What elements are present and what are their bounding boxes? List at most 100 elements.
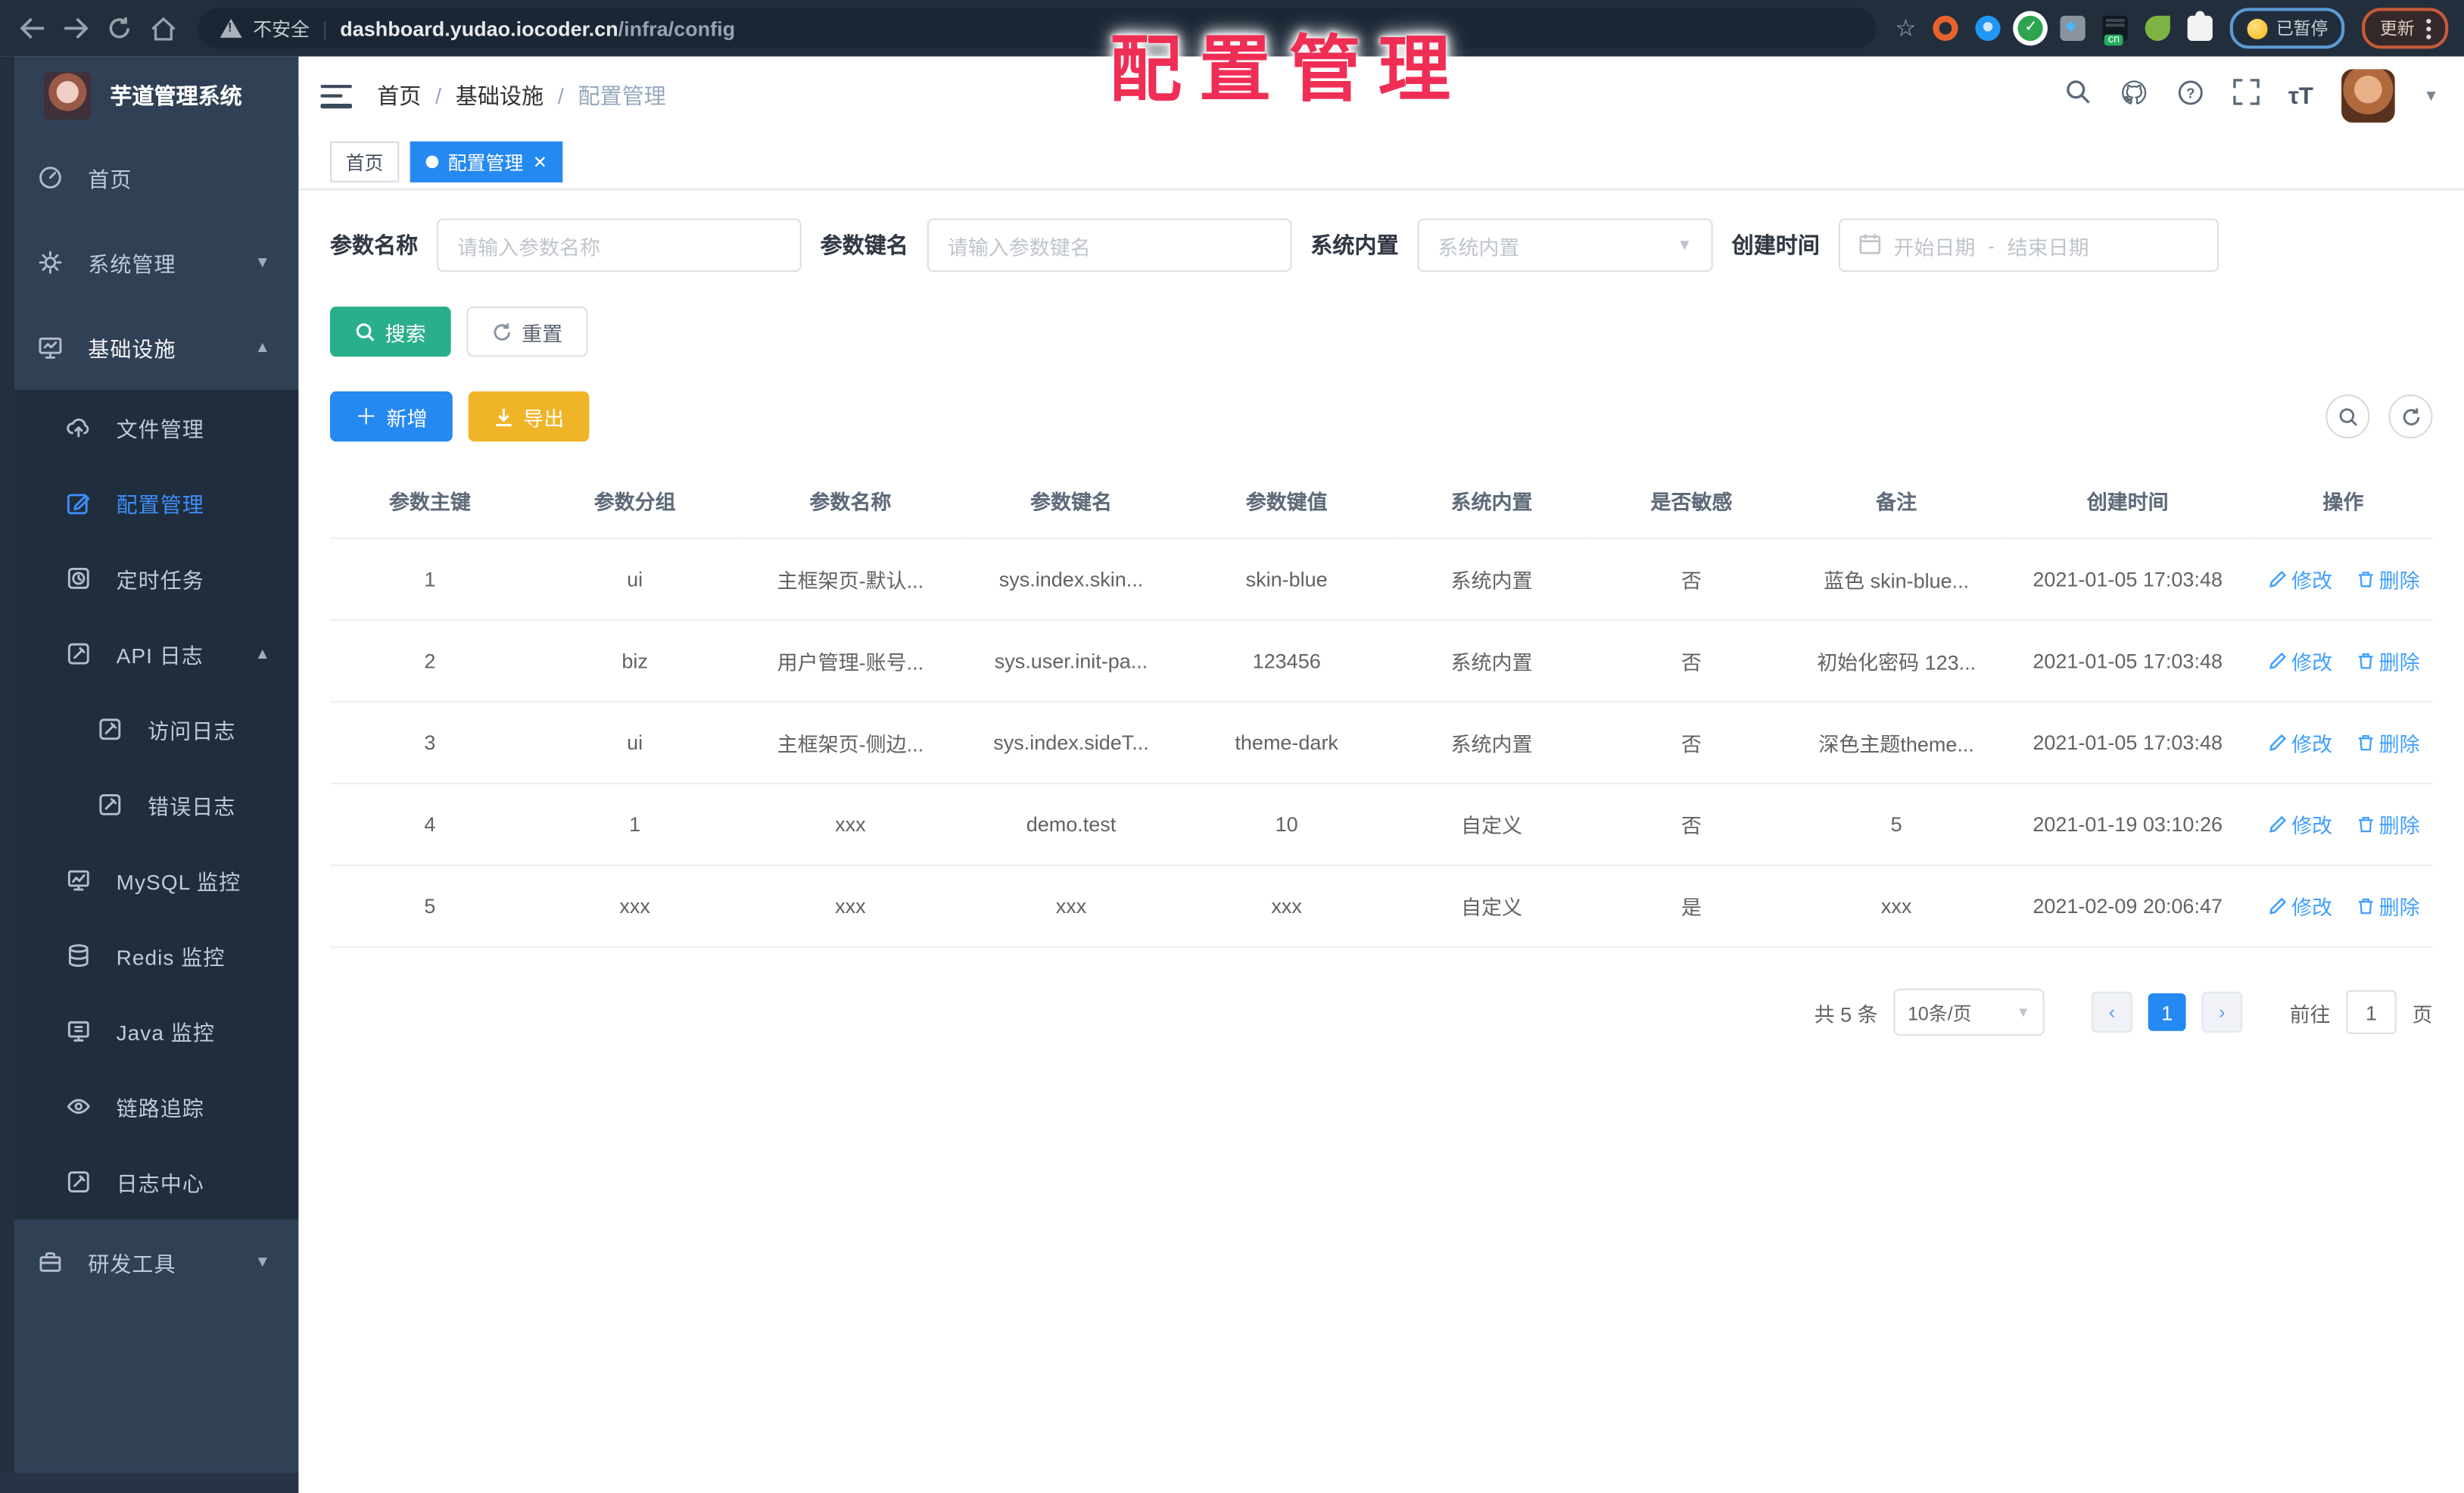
param-key-input[interactable]: 请输入参数键名 — [927, 218, 1292, 273]
extension-pin-icon[interactable] — [1976, 15, 2001, 41]
edit-link[interactable]: 修改 — [2269, 809, 2332, 839]
user-avatar[interactable] — [2341, 69, 2395, 123]
browser-address-bar[interactable]: 不安全 | dashboard.yudao.iocoder.cn /infra/… — [198, 8, 1877, 49]
search-icon[interactable] — [2065, 79, 2092, 114]
tab-home[interactable]: 首页 — [329, 141, 400, 182]
log-icon — [98, 717, 123, 742]
paused-badge[interactable]: 已暂停 — [2230, 8, 2346, 49]
pagination: 共 5 条 10条/页 ▼ ‹ 1 › 前往 1 页 — [330, 988, 2433, 1036]
chevron-up-icon: ▲ — [254, 645, 271, 662]
chevron-down-icon: ▼ — [2016, 1004, 2030, 1021]
sidebar-item-infrastructure[interactable]: 基础设施 ▲ — [0, 305, 298, 390]
menu-fold-icon[interactable] — [320, 84, 353, 108]
page-size-select[interactable]: 10条/页 ▼ — [1893, 988, 2045, 1036]
database-icon — [66, 943, 91, 968]
insecure-warning-icon[interactable] — [220, 18, 242, 38]
active-dot — [425, 155, 439, 169]
app-logo — [44, 72, 92, 120]
delete-link[interactable]: 删除 — [2357, 809, 2420, 839]
next-page-button[interactable]: › — [2201, 991, 2243, 1033]
refresh-button[interactable] — [2388, 394, 2433, 439]
log-icon — [98, 792, 123, 817]
browser-reload-icon[interactable] — [98, 0, 142, 57]
sidebar-submenu-infrastructure: 文件管理 配置管理 定时任务 API 日志 ▲ 访问日志 错误日志 MySQL … — [0, 389, 299, 1220]
url-domain: dashboard.yudao.iocoder.cn — [340, 16, 618, 40]
browser-home-icon[interactable] — [142, 0, 185, 57]
browser-forward-icon[interactable] — [54, 0, 98, 57]
table-row: 1 ui 主框架页-默认... sys.index.skin... skin-blu… — [329, 538, 2433, 621]
extension-grid-icon[interactable] — [2061, 15, 2086, 41]
extension-leaf-icon[interactable] — [2145, 15, 2171, 41]
close-tab-icon[interactable]: ✕ — [533, 151, 547, 172]
security-label: 不安全 — [253, 17, 310, 40]
browser-back-icon[interactable] — [9, 0, 53, 57]
edit-link[interactable]: 修改 — [2269, 891, 2332, 921]
chevron-down-icon: ▼ — [254, 254, 271, 272]
search-button[interactable]: 搜索 — [329, 306, 451, 357]
prev-page-button[interactable]: ‹ — [2091, 991, 2132, 1033]
bookmark-star-icon[interactable]: ☆ — [1896, 14, 1917, 42]
java-monitor-icon — [66, 1018, 91, 1043]
system-builtin-select[interactable]: 系统内置 ▼ — [1417, 218, 1713, 273]
sidebar-item-dev-tools[interactable]: 研发工具 ▼ — [0, 1220, 298, 1304]
breadcrumb-infrastructure[interactable]: 基础设施 — [456, 80, 544, 112]
sidebar-item-system[interactable]: 系统管理 ▼ — [0, 220, 298, 305]
github-icon[interactable] — [2120, 78, 2148, 114]
font-size-icon[interactable]: τT — [2288, 83, 2313, 109]
table-row: 5 xxx xxx xxx xxx 自定义 是 xxx 2021-02-09 20:06… — [329, 865, 2433, 948]
toggle-search-button[interactable] — [2325, 394, 2370, 439]
monitor-icon — [38, 335, 63, 360]
sidebar-item-java-monitor[interactable]: Java 监控 — [0, 993, 298, 1069]
update-button[interactable]: 更新 — [2363, 8, 2450, 49]
add-button[interactable]: ＋ 新增 — [329, 391, 453, 442]
app-logo-row[interactable]: 芋道管理系统 — [0, 57, 298, 136]
delete-link[interactable]: 删除 — [2357, 564, 2420, 594]
param-name-input[interactable]: 请输入参数名称 — [437, 218, 802, 273]
sidebar-item-config-management[interactable]: 配置管理 — [0, 465, 298, 541]
create-time-label: 创建时间 — [1731, 232, 1820, 258]
delete-link[interactable]: 删除 — [2357, 646, 2420, 675]
breadcrumb-home[interactable]: 首页 — [377, 80, 421, 112]
sidebar-item-file-management[interactable]: 文件管理 — [0, 390, 298, 466]
edit-link[interactable]: 修改 — [2269, 564, 2332, 594]
edit-link[interactable]: 修改 — [2269, 728, 2332, 757]
sidebar-item-tracing[interactable]: 链路追踪 — [0, 1069, 298, 1145]
browser-extensions: ☆ ✓ 已暂停 更新 — [1896, 8, 2450, 49]
breadcrumb: 首页 / 基础设施 / 配置管理 — [377, 80, 666, 112]
goto-page-input[interactable]: 1 — [2346, 990, 2397, 1034]
calendar-icon — [1859, 232, 1881, 258]
avatar-caret-icon[interactable]: ▼ — [2423, 87, 2439, 104]
extension-orange-icon[interactable] — [1933, 15, 1959, 41]
browser-menu-icon[interactable] — [2427, 17, 2432, 39]
url-path: /infra/config — [618, 16, 736, 40]
extension-check-icon[interactable]: ✓ — [2018, 15, 2044, 41]
toolbox-icon — [38, 1249, 63, 1274]
sidebar-item-mysql-monitor[interactable]: MySQL 监控 — [0, 843, 298, 918]
sidebar-item-home[interactable]: 首页 — [0, 136, 298, 220]
extension-cn-icon[interactable] — [2103, 15, 2129, 46]
gear-icon — [38, 250, 63, 275]
table-row: 2 biz 用户管理-账号... sys.user.init-pa... 12345… — [329, 619, 2433, 703]
sidebar-item-access-logs[interactable]: 访问日志 — [0, 691, 298, 767]
current-page-button[interactable]: 1 — [2148, 993, 2186, 1031]
sidebar-item-scheduled-tasks[interactable]: 定时任务 — [0, 541, 298, 616]
tab-config-management[interactable]: 配置管理 ✕ — [410, 141, 563, 182]
extensions-puzzle-icon[interactable] — [2188, 11, 2213, 41]
edit-link[interactable]: 修改 — [2269, 646, 2332, 675]
fullscreen-icon[interactable] — [2233, 79, 2260, 114]
sidebar-bottom-edge — [0, 1473, 299, 1493]
table-row: 3 ui 主框架页-侧边... sys.index.sideT... theme-d… — [329, 701, 2433, 784]
sidebar-item-redis-monitor[interactable]: Redis 监控 — [0, 918, 298, 993]
help-icon[interactable]: ? — [2177, 78, 2205, 114]
sidebar-item-api-logs[interactable]: API 日志 ▲ — [0, 616, 298, 692]
export-button[interactable]: 导出 — [468, 391, 590, 442]
delete-link[interactable]: 删除 — [2357, 728, 2420, 757]
delete-link[interactable]: 删除 — [2357, 891, 2420, 921]
sidebar-item-error-logs[interactable]: 错误日志 — [0, 767, 298, 843]
date-range-picker[interactable]: 开始日期 - 结束日期 — [1838, 218, 2219, 273]
reset-button[interactable]: 重置 — [466, 306, 588, 357]
sidebar-item-log-center[interactable]: 日志中心 — [0, 1144, 298, 1220]
sidebar: 芋道管理系统 首页 系统管理 ▼ 基础设施 ▲ 文件管理 配置管理 定时任务 A… — [0, 56, 299, 1493]
chevron-down-icon: ▼ — [1677, 236, 1693, 254]
page-content: 参数名称 请输入参数名称 参数键名 请输入参数键名 系统内置 系统内置 ▼ 创建… — [298, 190, 2464, 1493]
